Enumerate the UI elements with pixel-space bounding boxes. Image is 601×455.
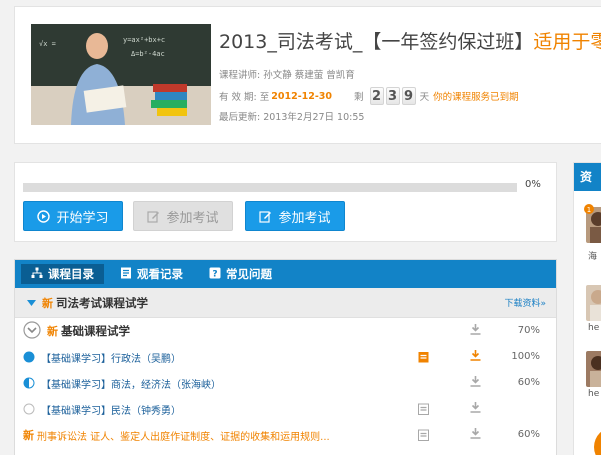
tab-watch-history[interactable]: 观看记录 [110,260,193,288]
new-badge: 新 [42,296,53,310]
validity-label: 有 效 期: 至 [219,92,270,103]
complete-circle-icon [23,351,35,363]
start-learning-label: 开始学习 [56,210,109,226]
list-item-progress: 60% [517,429,540,440]
tab-faq[interactable]: ? 常见问题 [199,260,282,288]
orange-circle-icon[interactable] [592,425,601,455]
caret-down-icon [27,296,36,310]
list-item-label: 【基础课学习】商法，经济法（张海峡） [41,379,221,391]
course-catalog-panel: 课程目录 观看记录 ? 常见问题 新 司法考试课程试学 下载资料» 新 基础课程… [14,259,557,455]
sidebar-user-name: 海 [588,252,598,262]
service-expired-note: 你的课程服务已到期 [433,92,519,103]
note-icon[interactable] [418,403,429,418]
tab-watch-history-label: 观看记录 [137,267,183,281]
expire-date: 2012-12-30 [271,90,333,102]
edit-icon [259,210,272,223]
download-icon[interactable] [470,402,481,416]
remain-label: 剩 [354,92,364,103]
avatar[interactable] [586,285,601,321]
course-title-highlight: 适用于零 [533,31,601,53]
svg-text:y=ax²+bx+c: y=ax²+bx+c [123,36,165,44]
take-exam-button-disabled: 参加考试 [133,201,233,231]
play-icon [37,209,51,223]
course-title: 2013_司法考试_【一年签约保过班】适用于零 [219,27,601,54]
question-icon: ? [209,267,226,282]
resource-sidebar: 资 1 海 he he [573,162,601,455]
avatar[interactable] [586,351,601,387]
list-icon [120,267,137,282]
collapse-circle-icon[interactable] [23,320,41,342]
list-item-label: 刑事诉讼法 证人、鉴定人出庭作证制度、证据的收集和运用规则... [37,431,330,443]
list-item-label: 【基础课学习】民法（钟秀勇） [41,405,181,417]
course-validity: 有 效 期: 至 2012-12-30 剩 2 3 9 天 你的课程服务已到期 [219,87,519,105]
svg-text:√x =: √x = [39,40,56,48]
course-header-card: y=ax²+bx+c Δ=b²-4ac √x = 2013_司法考试_【一年签约… [14,6,601,144]
half-circle-icon [23,377,35,389]
note-icon[interactable] [418,429,429,444]
take-exam-button[interactable]: 参加考试 [245,201,345,231]
remain-digit: 2 [369,87,384,105]
remain-digit: 3 [385,87,400,105]
catalog-tabs: 课程目录 观看记录 ? 常见问题 [15,260,556,288]
list-item[interactable]: 【基础课学习】行政法（吴鹏） 100% [15,344,556,370]
list-item[interactable]: 新 基础课程试学 70% [15,318,556,344]
download-icon[interactable] [470,350,481,364]
list-item-progress: 100% [511,351,540,362]
take-exam-disabled-label: 参加考试 [166,210,219,226]
tab-catalog-label: 课程目录 [48,267,94,281]
edit-icon [147,210,160,223]
svg-text:?: ? [212,269,217,279]
list-item-label: 基础课程试学 [61,324,130,338]
sidebar-user-name: he [588,323,600,333]
download-icon[interactable] [470,428,481,442]
list-item[interactable]: 新 刑事诉讼法 证人、鉴定人出庭作证制度、证据的收集和运用规则... 60% [15,422,556,448]
note-icon[interactable] [418,351,429,366]
progress-percent: 0% [525,179,541,190]
list-item-label: 【基础课学习】行政法（吴鹏） [41,353,181,365]
progress-card: 0% 开始学习 参加考试 参加考试 [14,162,557,242]
take-exam-label: 参加考试 [278,210,331,226]
last-updated: 最后更新: 2013年2月27日 10:55 [219,112,365,123]
badge-icon: 1 [584,203,594,217]
sidebar-user-name: he [588,389,600,399]
download-icon[interactable] [470,376,481,390]
list-item[interactable]: 【基础课学习】民法（钟秀勇） [15,396,556,422]
svg-text:1: 1 [587,206,591,214]
course-title-main: 2013_司法考试_【一年签约保过班】 [219,31,534,53]
course-thumbnail[interactable]: y=ax²+bx+c Δ=b²-4ac √x = [31,24,211,125]
section-header[interactable]: 新 司法考试课程试学 下载资料» [15,288,556,318]
progress-bar [23,183,517,192]
start-learning-button[interactable]: 开始学习 [23,201,123,231]
remain-digit: 9 [401,87,416,105]
course-lecturers: 课程讲师: 孙文静 蔡建萤 曾凯育 [219,70,355,81]
section-title: 司法考试课程试学 [56,295,148,310]
list-item-progress: 70% [517,325,540,336]
tab-faq-label: 常见问题 [226,267,272,281]
list-item-progress: 60% [517,377,540,388]
download-icon[interactable] [470,324,481,338]
download-materials-link[interactable]: 下载资料» [504,296,546,309]
empty-circle-icon [23,403,35,415]
days-unit: 天 [419,92,430,103]
tab-catalog[interactable]: 课程目录 [21,264,104,284]
new-badge: 新 [23,429,34,442]
sidebar-title: 资 [574,163,601,191]
svg-text:Δ=b²-4ac: Δ=b²-4ac [131,50,165,58]
sitemap-icon [31,267,48,282]
list-item[interactable]: 【基础课学习】商法，经济法（张海峡） 60% [15,370,556,396]
new-badge: 新 [47,325,58,338]
